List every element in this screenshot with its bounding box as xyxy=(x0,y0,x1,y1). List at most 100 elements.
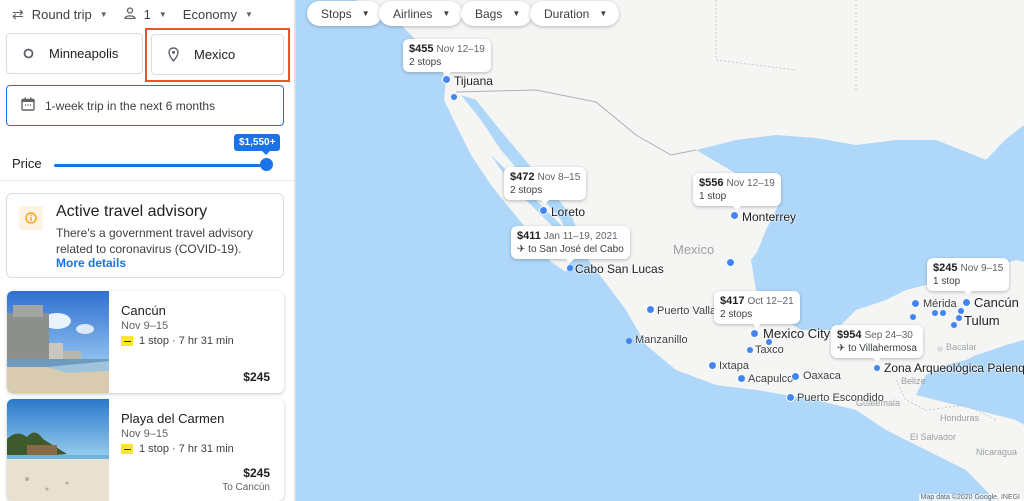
location-dot[interactable] xyxy=(937,346,943,352)
pin-dates: Nov 8–15 xyxy=(537,172,581,183)
filter-airlines-chip[interactable]: Airlines ▼ xyxy=(379,1,463,26)
dates-value: 1-week trip in the next 6 months xyxy=(45,98,216,113)
place-label-mexico-city[interactable]: Mexico City xyxy=(763,326,830,341)
trip-type-label: Round trip xyxy=(31,6,92,22)
airport-marker[interactable] xyxy=(442,75,451,84)
pin-detail: 2 stops xyxy=(409,57,442,68)
pin-detail: 2 stops xyxy=(510,185,543,196)
location-dot[interactable] xyxy=(940,310,946,316)
destination-highlight: Mexico xyxy=(145,28,290,82)
trip-type-select[interactable]: ⇄ Round trip ▼ xyxy=(12,6,108,23)
filter-label: Stops xyxy=(321,6,352,21)
location-dot[interactable] xyxy=(910,314,916,320)
place-label-bacalar[interactable]: Bacalar xyxy=(946,342,977,352)
place-label-cancun[interactable]: Cancún xyxy=(974,295,1019,310)
result-card[interactable]: Cancún Nov 9–15 1 stop · 7 hr 31 min $24… xyxy=(7,291,284,393)
airport-marker[interactable] xyxy=(708,361,717,370)
location-dot[interactable] xyxy=(451,94,457,100)
location-dot[interactable] xyxy=(567,265,573,271)
pin-dates: Sep 24–30 xyxy=(864,330,913,341)
price-pin-cabo[interactable]: $411 Jan 11–19, 2021 ✈ to San José del Ca… xyxy=(511,226,630,263)
price-slider-thumb[interactable] xyxy=(260,158,273,171)
search-options-bar: ⇄ Round trip ▼ 1 ▼ Economy ▼ xyxy=(0,0,294,28)
pin-price: $455 xyxy=(409,43,434,55)
country-label-honduras: Honduras xyxy=(940,413,980,423)
pin-price: $417 xyxy=(720,295,745,307)
location-dot[interactable] xyxy=(951,322,957,328)
airport-marker[interactable] xyxy=(539,206,548,215)
place-label-oaxaca[interactable]: Oaxaca xyxy=(803,370,841,382)
price-label: Price xyxy=(12,156,42,171)
result-stops: 1 stop · 7 hr 31 min xyxy=(121,335,234,347)
place-label-monterrey[interactable]: Monterrey xyxy=(742,210,796,224)
result-stops-text: 1 stop · 7 hr 31 min xyxy=(139,335,234,347)
airport-marker[interactable] xyxy=(646,305,655,314)
place-label-cabo-san-lucas[interactable]: Cabo San Lucas xyxy=(575,262,664,276)
price-pin-palenque[interactable]: $954 Sep 24–30 ✈ to Villahermosa xyxy=(831,325,923,362)
price-pin-cancun[interactable]: $245 Nov 9–15 1 stop xyxy=(927,258,1010,295)
filter-bags-chip[interactable]: Bags ▼ xyxy=(461,1,533,26)
price-pin-loreto[interactable]: $472 Nov 8–15 2 stops xyxy=(504,167,587,204)
place-label-manzanillo[interactable]: Manzanillo xyxy=(635,334,688,346)
advisory-title: Active travel advisory xyxy=(56,203,208,220)
price-pin-mexico-city[interactable]: $417 Oct 12–21 2 stops xyxy=(714,291,800,328)
map-attribution: Map data ©2020 Google, INEGI xyxy=(918,494,1022,501)
filter-duration-chip[interactable]: Duration ▼ xyxy=(530,1,620,26)
place-label-puerto-escondido[interactable]: Puerto Escondido xyxy=(797,392,884,404)
swap-arrows-icon: ⇄ xyxy=(12,5,24,22)
airport-marker[interactable] xyxy=(750,329,759,338)
location-dot[interactable] xyxy=(626,338,632,344)
place-label-loreto[interactable]: Loreto xyxy=(551,205,585,219)
dates-input[interactable]: 1-week trip in the next 6 months xyxy=(6,85,284,126)
place-label-tijuana[interactable]: Tijuana xyxy=(454,74,493,88)
place-label-merida[interactable]: Mérida xyxy=(923,298,957,310)
location-dot[interactable] xyxy=(747,347,753,353)
origin-input[interactable]: Minneapolis xyxy=(6,33,143,74)
price-slider-track[interactable] xyxy=(54,164,266,167)
place-label-ixtapa[interactable]: Ixtapa xyxy=(719,360,749,372)
airport-marker[interactable] xyxy=(737,374,746,383)
filter-stops-chip[interactable]: Stops ▼ xyxy=(307,1,382,26)
passengers-select[interactable]: 1 ▼ xyxy=(123,6,167,22)
airport-marker[interactable] xyxy=(911,299,920,308)
pin-dates: Nov 9–15 xyxy=(960,263,1004,274)
location-dot[interactable] xyxy=(874,365,880,371)
map[interactable]: Stops ▼ Airlines ▼ Bags ▼ Duration ▼ Mexico … xyxy=(296,0,1024,501)
airport-marker[interactable] xyxy=(726,258,735,267)
pin-price: $954 xyxy=(837,329,862,341)
result-dates: Nov 9–15 xyxy=(121,320,169,332)
airplane-icon: ✈ xyxy=(517,244,529,255)
airline-logo-icon xyxy=(121,336,133,346)
more-details-link[interactable]: More details xyxy=(56,256,126,270)
pin-dates: Nov 12–19 xyxy=(436,44,485,55)
price-value-bubble: $1,550+ xyxy=(234,134,281,155)
location-dot[interactable] xyxy=(956,315,962,321)
airline-logo-icon xyxy=(121,444,133,454)
result-card[interactable]: Playa del Carmen Nov 9–15 1 stop · 7 hr … xyxy=(7,399,284,501)
airport-marker[interactable] xyxy=(962,298,971,307)
result-price: $245 xyxy=(243,466,270,480)
chevron-down-icon: ▼ xyxy=(599,9,608,18)
result-stops: 1 stop · 7 hr 31 min xyxy=(121,443,234,455)
airport-marker[interactable] xyxy=(730,211,739,220)
location-dot[interactable] xyxy=(932,310,938,316)
place-label-acapulco[interactable]: Acapulco xyxy=(748,373,793,385)
origin-circle-icon xyxy=(23,48,35,59)
cabin-class-select[interactable]: Economy ▼ xyxy=(183,7,253,22)
place-label-palenque[interactable]: Zona Arqueológica Palenque xyxy=(884,361,1024,375)
pin-dates: Jan 11–19, 2021 xyxy=(543,231,618,242)
place-label-tulum[interactable]: Tulum xyxy=(964,313,1000,328)
filter-label: Duration xyxy=(544,6,590,21)
chevron-down-icon: ▼ xyxy=(442,9,451,18)
search-sidebar: ⇄ Round trip ▼ 1 ▼ Economy ▼ Minneapolis… xyxy=(0,0,294,501)
airport-marker[interactable] xyxy=(786,393,795,402)
person-icon xyxy=(123,6,136,22)
price-pin-tijuana[interactable]: $455 Nov 12–19 2 stops xyxy=(403,39,491,76)
destination-input[interactable]: Mexico xyxy=(151,34,284,75)
divider xyxy=(0,180,294,181)
place-label-taxco[interactable]: Taxco xyxy=(755,344,784,356)
price-pin-monterrey[interactable]: $556 Nov 12–19 1 stop xyxy=(693,173,781,210)
airport-marker[interactable] xyxy=(791,372,800,381)
pin-price: $411 xyxy=(517,230,541,242)
country-label-belize: Belize xyxy=(901,376,926,386)
